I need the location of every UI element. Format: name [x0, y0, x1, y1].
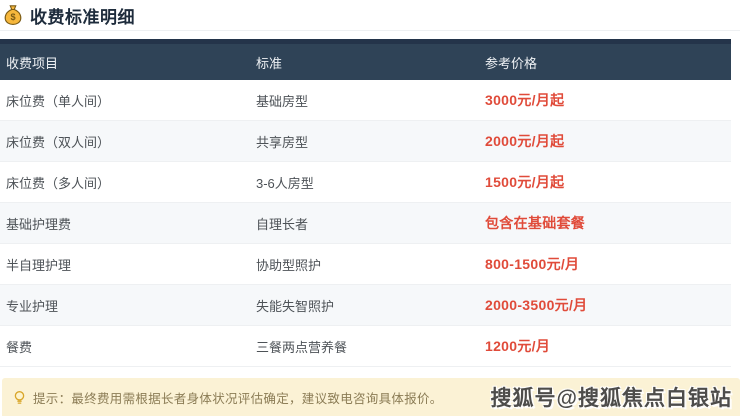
cell-standard: 共享房型	[256, 132, 485, 151]
cell-item: 半自理护理	[6, 255, 256, 274]
table-row: 床位费（双人间） 共享房型 2000元/月起	[0, 121, 731, 162]
fee-schedule-page: $ 收费标准明细 收费项目 标准 参考价格 床位费（单人间） 基础房型 3000…	[0, 0, 740, 416]
lightbulb-icon	[12, 390, 27, 405]
fee-table: 收费项目 标准 参考价格 床位费（单人间） 基础房型 3000元/月起 床位费（…	[0, 39, 731, 367]
cell-price: 1200元/月	[485, 336, 731, 356]
cell-standard: 基础房型	[256, 91, 485, 110]
cell-standard: 失能失智照护	[256, 296, 485, 315]
svg-text:$: $	[10, 12, 15, 22]
cell-item: 床位费（双人间）	[6, 132, 256, 151]
table-row: 基础护理费 自理长者 包含在基础套餐	[0, 203, 731, 244]
table-header-row: 收费项目 标准 参考价格	[0, 39, 731, 80]
column-header-item: 收费项目	[6, 53, 256, 72]
cell-item: 床位费（单人间）	[6, 91, 256, 110]
cell-standard: 自理长者	[256, 214, 485, 233]
cell-price: 2000-3500元/月	[485, 295, 731, 315]
sohu-watermark: 搜狐号@搜狐焦点白银站	[491, 382, 732, 412]
cell-item: 餐费	[6, 337, 256, 356]
table-body: 床位费（单人间） 基础房型 3000元/月起 床位费（双人间） 共享房型 200…	[0, 80, 731, 367]
cell-price: 800-1500元/月	[485, 254, 731, 274]
column-header-standard: 标准	[256, 53, 485, 72]
cell-item: 基础护理费	[6, 214, 256, 233]
money-bag-icon: $	[2, 4, 24, 26]
cell-standard: 协助型照护	[256, 255, 485, 274]
column-header-price: 参考价格	[485, 53, 731, 72]
cell-standard: 3-6人房型	[256, 173, 485, 192]
cell-price: 包含在基础套餐	[485, 213, 731, 233]
table-row: 专业护理 失能失智照护 2000-3500元/月	[0, 285, 731, 326]
cell-item: 床位费（多人间）	[6, 173, 256, 192]
page-title: 收费标准明细	[30, 3, 135, 28]
cell-item: 专业护理	[6, 296, 256, 315]
tip-text: 提示：最终费用需根据长者身体状况评估确定，建议致电咨询具体报价。	[33, 388, 443, 407]
cell-price: 2000元/月起	[485, 131, 731, 151]
cell-standard: 三餐两点营养餐	[256, 337, 485, 356]
table-row: 床位费（多人间） 3-6人房型 1500元/月起	[0, 162, 731, 203]
table-row: 餐费 三餐两点营养餐 1200元/月	[0, 326, 731, 367]
cell-price: 3000元/月起	[485, 90, 731, 110]
table-row: 半自理护理 协助型照护 800-1500元/月	[0, 244, 731, 285]
cell-price: 1500元/月起	[485, 172, 731, 192]
title-bar: $ 收费标准明细	[0, 0, 740, 31]
table-row: 床位费（单人间） 基础房型 3000元/月起	[0, 80, 731, 121]
